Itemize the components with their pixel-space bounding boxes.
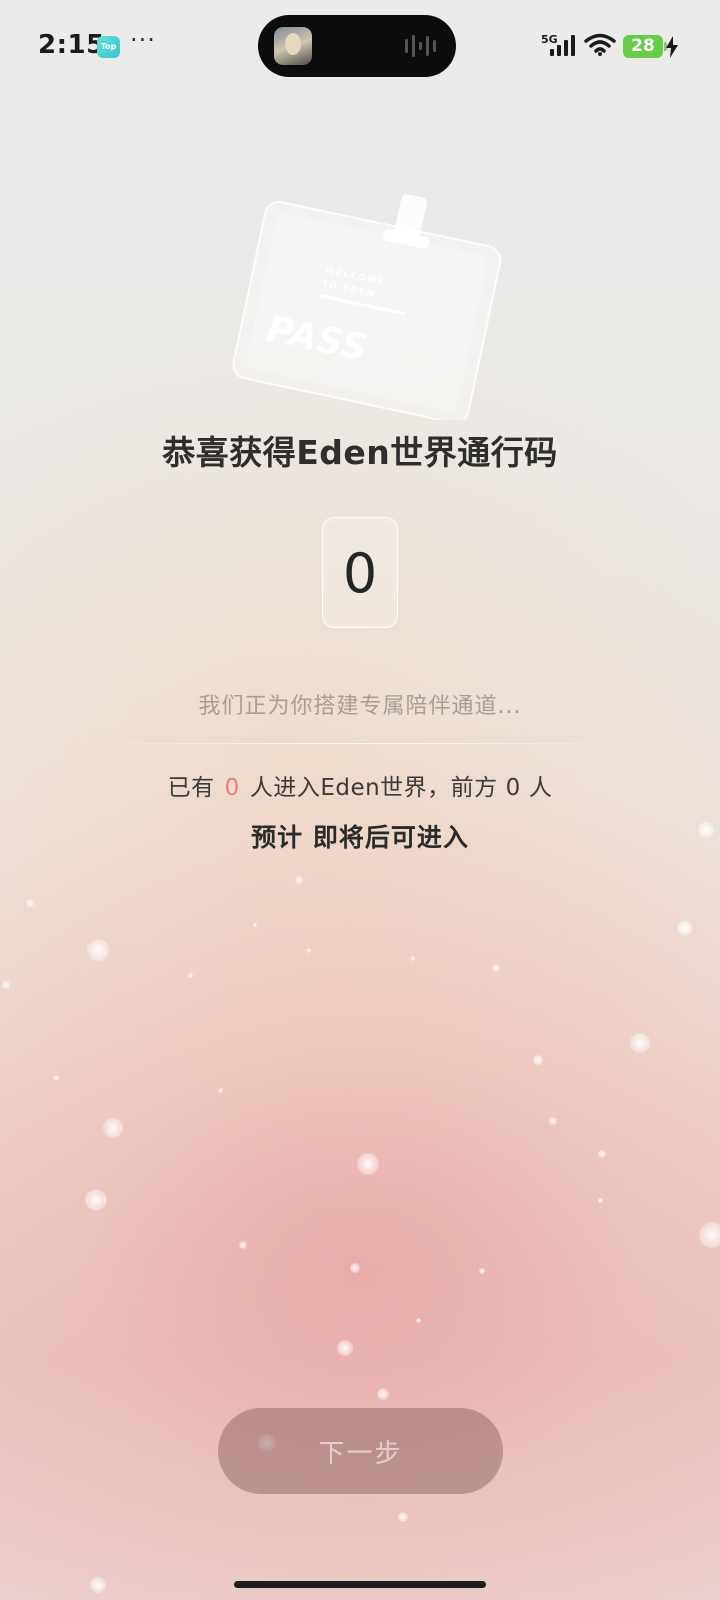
bokeh-particle: [598, 1150, 606, 1158]
bokeh-particle: [350, 1263, 360, 1273]
audio-wave-icon: [405, 35, 436, 57]
bokeh-particle: [87, 939, 109, 961]
cellular-signal-icon: 5G: [541, 33, 575, 56]
bokeh-particle: [377, 1388, 389, 1400]
building-status-text: 我们正为你搭建专属陪伴通道...: [198, 694, 522, 719]
bokeh-particle: [409, 955, 415, 961]
bokeh-particle: [630, 1033, 650, 1053]
queue-status: 已有 0 人进入Eden世界，前方 0 人: [0, 768, 720, 802]
bokeh-particle: [415, 1317, 421, 1323]
bokeh-particle: [549, 1117, 557, 1125]
status-time: 2:15: [38, 30, 105, 60]
bokeh-particle: [217, 1087, 223, 1093]
eta-text: 预计 即将后可进入: [251, 823, 469, 852]
eden-pass-card-illustration: WELCOME TO EDEN PASS: [232, 194, 502, 420]
pass-code-digit: 0: [342, 542, 378, 605]
wifi-icon: [584, 33, 616, 56]
bokeh-particle: [53, 1075, 59, 1081]
queue-prefix: 已有: [167, 775, 215, 801]
bokeh-particle: [305, 947, 311, 953]
bokeh-particle: [492, 964, 500, 972]
bokeh-particle: [698, 822, 714, 838]
dynamic-island[interactable]: [258, 15, 456, 77]
bokeh-particle: [398, 1512, 408, 1522]
bokeh-particle: [103, 1118, 123, 1138]
battery-level: 28: [623, 35, 667, 58]
bokeh-particle: [597, 1197, 603, 1203]
status-bar: 2:15 Top ··· 5G 28: [0, 0, 720, 92]
bokeh-particle: [26, 899, 34, 907]
queue-middle: 人进入Eden世界，前方: [249, 775, 498, 801]
bokeh-particle: [357, 1153, 379, 1175]
bokeh-particle: [533, 1055, 543, 1065]
charging-bolt-icon: [666, 36, 678, 58]
bokeh-particle: [90, 1577, 106, 1593]
bokeh-particle: [295, 876, 303, 884]
network-type-label: 5G: [541, 33, 558, 46]
app-badge-icon: Top: [97, 36, 120, 58]
bokeh-particle: [253, 923, 257, 927]
queue-suffix: 人: [528, 775, 553, 801]
bokeh-particle: [479, 1268, 485, 1274]
bokeh-particle: [85, 1189, 107, 1211]
home-indicator[interactable]: [234, 1581, 486, 1588]
bokeh-particle: [239, 1241, 247, 1249]
ahead-count: 0: [505, 775, 521, 801]
entered-count: 0: [224, 775, 240, 801]
next-step-button[interactable]: 下一步: [218, 1408, 503, 1494]
divider: [86, 743, 634, 744]
pass-code-box: 0: [322, 517, 398, 628]
page-title: 恭喜获得Eden世界通行码: [162, 433, 558, 472]
bokeh-particle: [699, 1222, 720, 1248]
bokeh-particle: [2, 981, 10, 989]
bokeh-particle: [677, 920, 693, 936]
more-notifications-icon: ···: [130, 26, 156, 54]
bokeh-particle: [187, 972, 193, 978]
now-playing-artwork: [274, 27, 312, 65]
bokeh-particle: [337, 1340, 353, 1356]
